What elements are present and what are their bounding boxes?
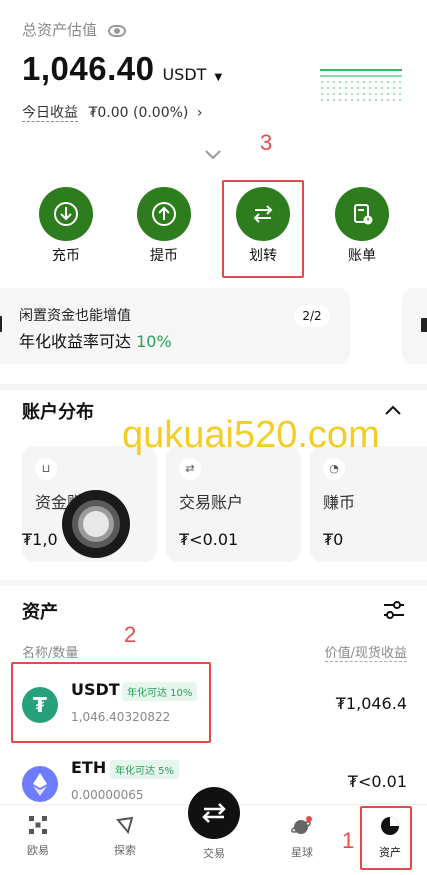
planet-icon [291,816,312,834]
yield-badge: 年化可达 5% [110,760,180,779]
promo-pager: 2/2 [294,305,330,327]
trade-icon [188,787,240,839]
nav-explore[interactable]: 探索 [95,816,155,858]
nav-planet[interactable]: 星球 [272,816,332,860]
total-assets-title: 总资产估值 [22,19,126,40]
account-distribution-title: 账户分布 [22,402,94,423]
earn-icon: ◔ [323,458,345,480]
annotation-box-usdt [11,662,211,743]
assets-title: 资产 [22,602,58,623]
filter-settings-icon[interactable] [382,600,406,620]
annotation-box-assets-tab [360,806,412,870]
chevron-right-icon: › [196,105,203,121]
bill-icon [335,187,389,241]
column-header-name: 名称/数量 [22,646,79,661]
account-card-earn[interactable]: ◔ 赚币 ₮0 [310,446,427,562]
compass-icon [116,816,134,834]
total-value-row: 1,046.40 USDT ▼ [22,50,222,88]
account-card-trading[interactable]: ⇄ 交易账户 ₮<0.01 [166,446,301,562]
bill-button[interactable]: 账单 [322,187,402,265]
section-divider [0,384,427,390]
withdraw-button[interactable]: 提币 [124,187,204,265]
promo-subtitle: 年化收益率可达 10% [19,332,172,351]
promo-next-icon [421,318,427,332]
total-value: 1,046.40 [22,50,155,87]
withdraw-icon [137,187,191,241]
annotation-number-2: 2 [124,622,137,647]
nav-trade[interactable]: 交易 [184,787,244,861]
promo-banner-next[interactable] [402,288,427,364]
eth-coin-icon [22,766,58,802]
okx-logo-icon [29,816,47,834]
assets-screen: 总资产估值 1,046.40 USDT ▼ 今日收益 ₮0.00 (0.00%)… [0,0,427,875]
sparkline-chart-icon [320,69,402,101]
assistive-touch-button[interactable] [62,490,130,558]
deposit-icon [39,187,93,241]
eye-icon[interactable] [107,24,126,37]
caret-down-icon: ▼ [214,72,223,83]
nav-okx[interactable]: 欧易 [8,816,68,858]
wallet-icon: ⊔ [35,458,57,480]
annotation-box-transfer [222,180,304,278]
swap-icon: ⇄ [179,458,201,480]
deposit-button[interactable]: 充币 [26,187,106,265]
section-divider [0,580,427,586]
watermark-text: qukuai520.com [122,414,380,456]
promo-banner[interactable]: 闲置资金也能增值 年化收益率可达 10% 2/2 [0,288,350,364]
promo-title: 闲置资金也能增值 [19,308,131,324]
chevron-down-icon[interactable] [204,149,222,161]
annotation-number-3: 3 [260,130,273,155]
today-pnl[interactable]: 今日收益 ₮0.00 (0.00%) › [22,102,202,122]
promo-icon [0,316,2,332]
column-header-value: 价值/现货收益 [324,642,407,662]
chevron-up-icon[interactable] [384,404,402,416]
annotation-number-1: 1 [342,828,355,853]
currency-selector[interactable]: USDT ▼ [162,65,222,84]
